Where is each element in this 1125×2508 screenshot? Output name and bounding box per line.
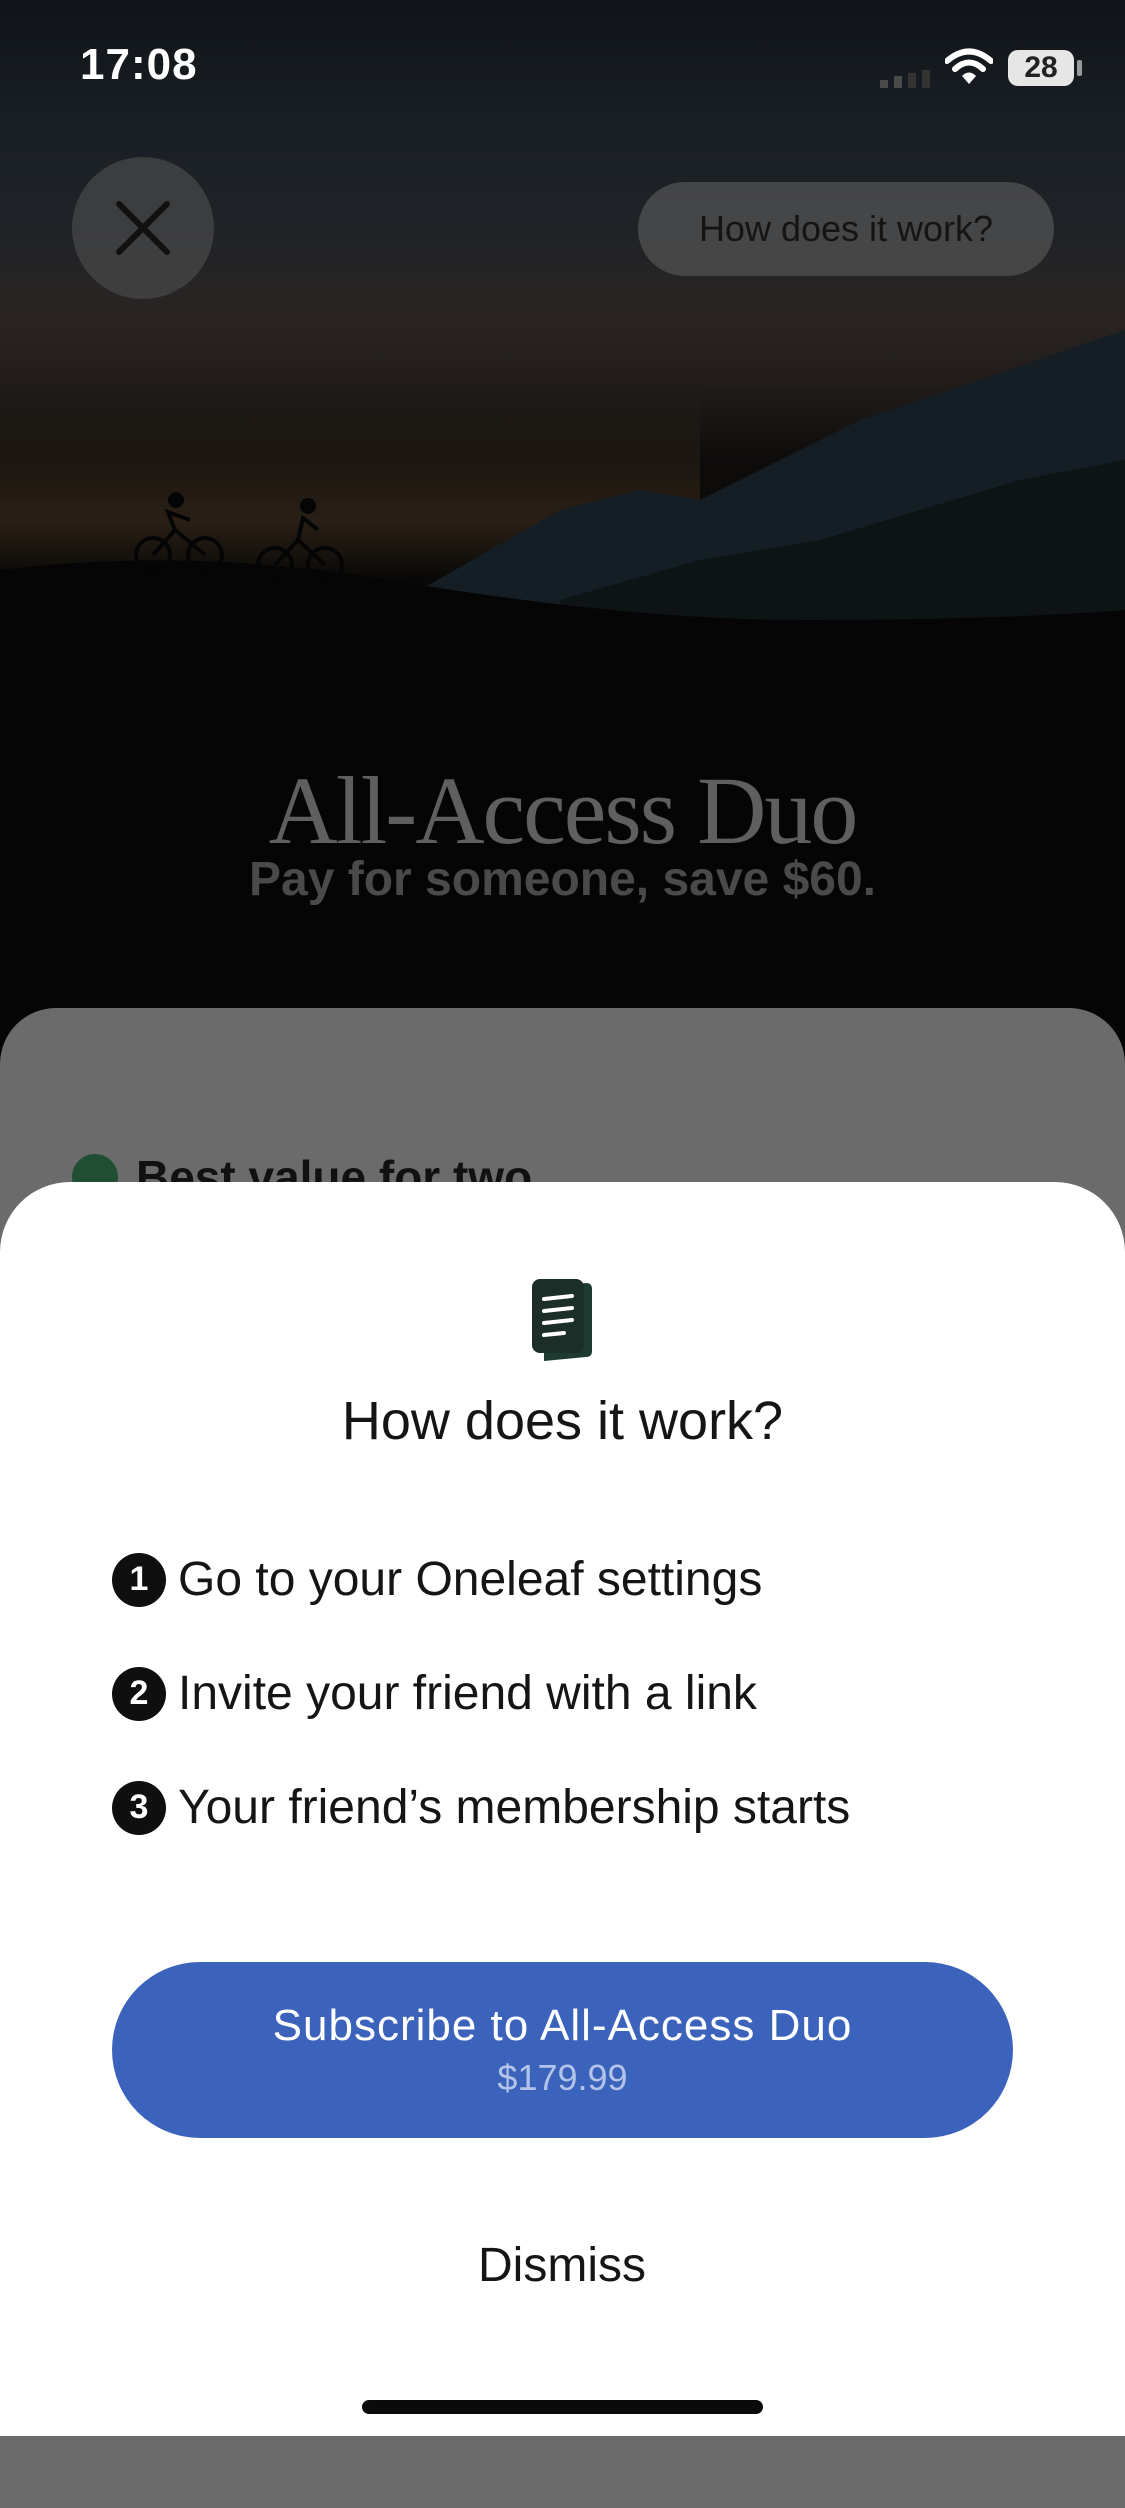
subscribe-price: $179.99	[497, 2057, 628, 2098]
subscribe-button[interactable]: Subscribe to All-Access Duo $179.99	[112, 1962, 1013, 2138]
cellular-signal-icon	[880, 70, 930, 88]
battery-tip	[1077, 60, 1082, 76]
subscribe-label: Subscribe to All-Access Duo	[272, 2001, 853, 2050]
dismiss-button[interactable]: Dismiss	[412, 2227, 712, 2303]
step-number-badge: 3	[112, 1780, 166, 1835]
home-indicator[interactable]	[362, 2400, 763, 2414]
battery-icon: 28	[1008, 50, 1074, 86]
hero-subtitle: Pay for someone, save $60.	[249, 853, 876, 906]
step-label: Go to your Oneleaf settings	[178, 1553, 763, 1606]
step-label: Your friend’s membership starts	[178, 1781, 851, 1834]
step-item: 3 Your friend’s membership starts	[112, 1780, 850, 1835]
status-time: 17:08	[80, 40, 198, 89]
step-label: Invite your friend with a link	[178, 1667, 757, 1720]
step-number-badge: 1	[112, 1552, 166, 1607]
how-does-it-work-button[interactable]: How does it work?	[638, 182, 1054, 276]
close-icon	[116, 201, 170, 255]
step-item: 2 Invite your friend with a link	[112, 1666, 757, 1721]
close-button[interactable]	[72, 157, 214, 299]
book-icon	[532, 1279, 592, 1361]
hero-title: All-Access Duo	[268, 757, 859, 864]
step-number-badge: 2	[112, 1666, 166, 1721]
status-bar: 17:08 28	[0, 0, 1125, 140]
sheet-title: How does it work?	[341, 1391, 784, 1451]
bottom-sheet: How does it work? 1 Go to your Oneleaf s…	[0, 1182, 1125, 2436]
step-item: 1 Go to your Oneleaf settings	[112, 1552, 762, 1607]
wifi-icon	[945, 48, 993, 84]
